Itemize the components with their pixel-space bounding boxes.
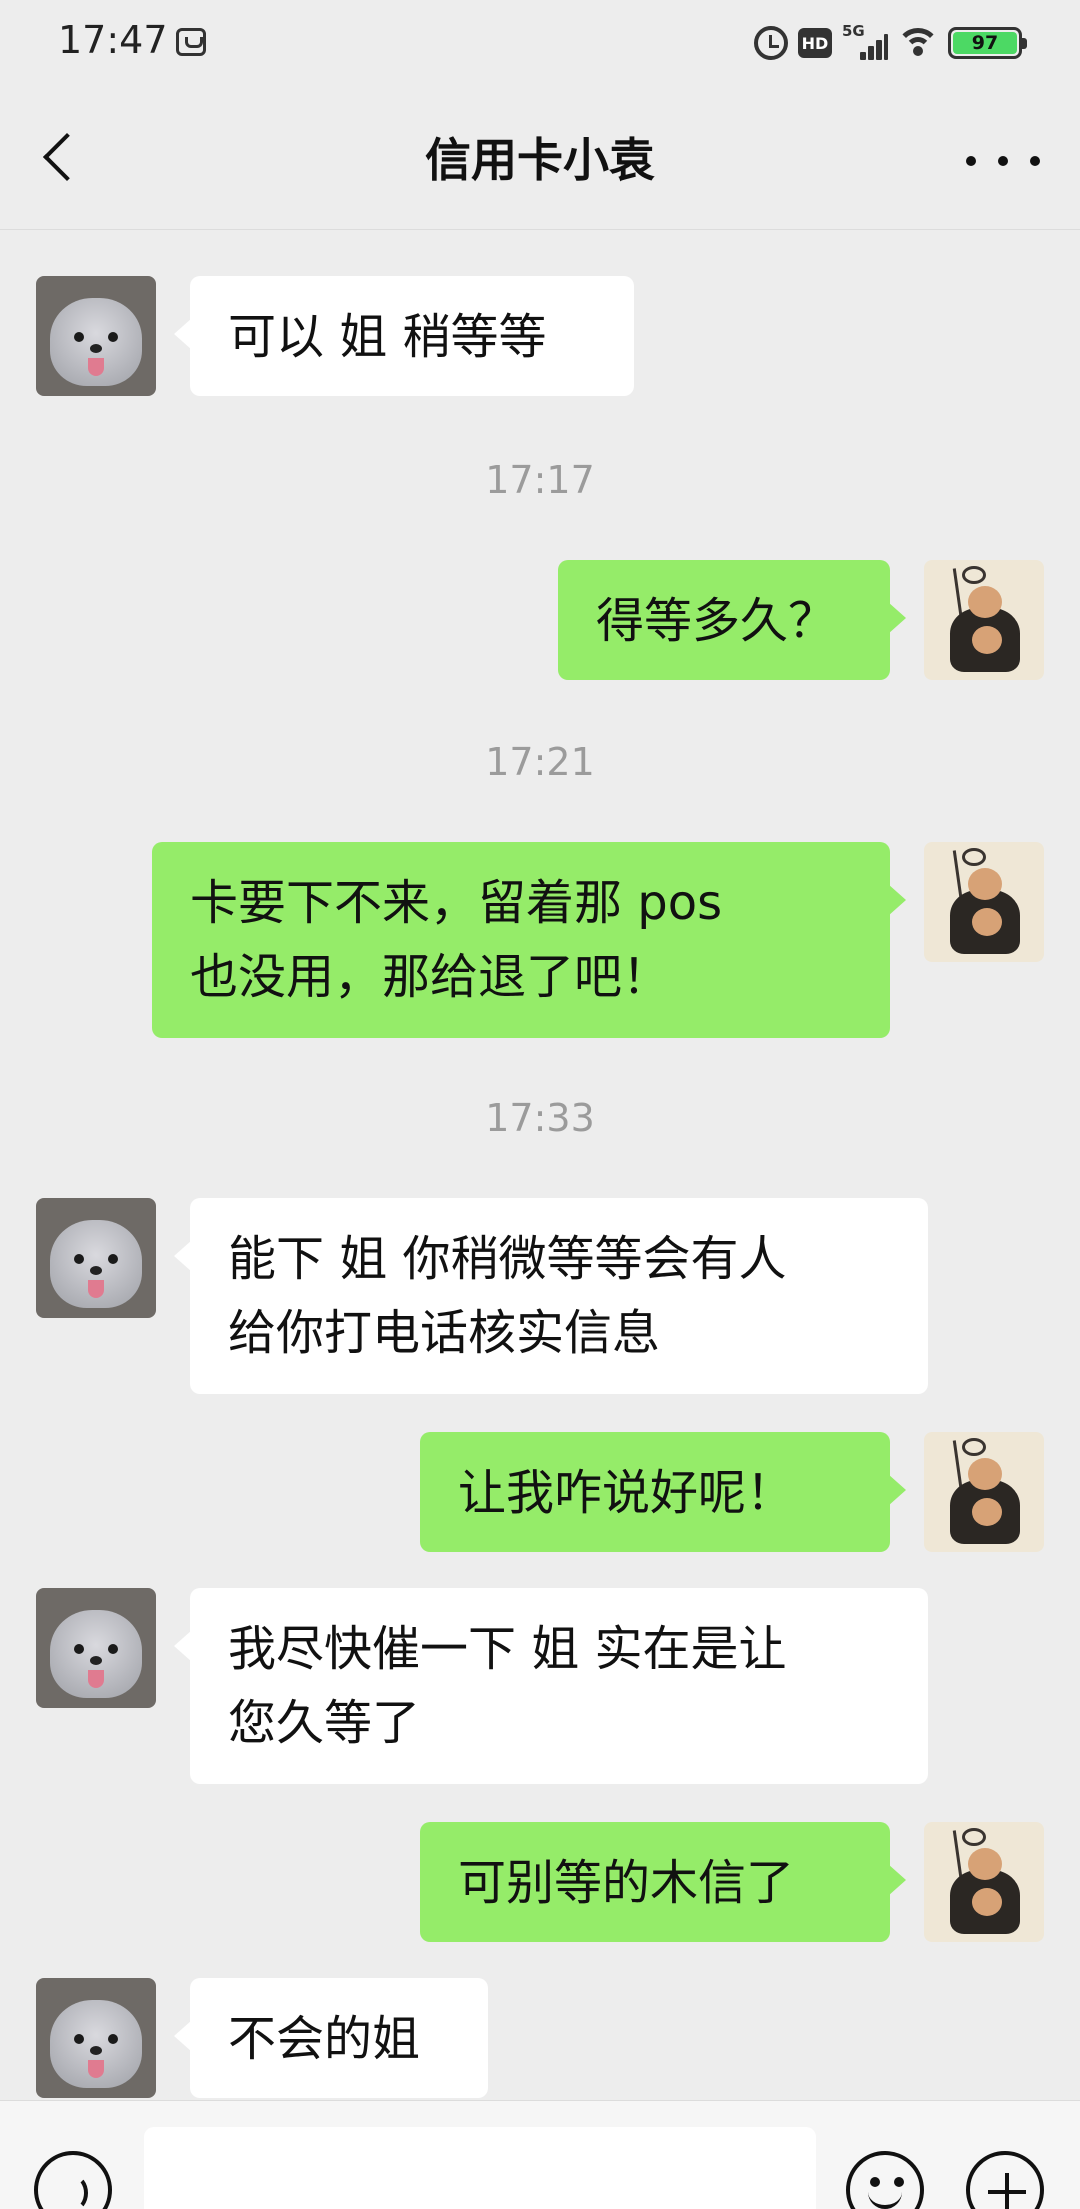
alarm-icon bbox=[754, 26, 788, 60]
message-bubble-incoming[interactable]: 能下 姐 你稍微等等会有人 给你打电话核实信息 bbox=[174, 1198, 928, 1394]
ellipsis-icon bbox=[966, 156, 976, 166]
message-timestamp: 17:33 bbox=[485, 1096, 595, 1140]
my-avatar[interactable] bbox=[924, 1822, 1044, 1942]
message-timestamp: 17:17 bbox=[485, 458, 595, 502]
contact-avatar[interactable] bbox=[36, 276, 156, 396]
chat-screen: 17:47 HD 5G 97 信用卡小袁 可以 姐 稍等等 17:17 得等多久… bbox=[0, 0, 1080, 2209]
message-bubble-incoming[interactable]: 我尽快催一下 姐 实在是让 您久等了 bbox=[174, 1588, 928, 1784]
app-notification-icon bbox=[176, 28, 206, 56]
signal-icon: 5G bbox=[842, 22, 888, 60]
battery-level: 97 bbox=[953, 32, 1017, 54]
message-bubble-incoming[interactable]: 可以 姐 稍等等 bbox=[174, 276, 634, 396]
message-bubble-outgoing[interactable]: 卡要下不来，留着那 pos 也没用，那给退了吧！ bbox=[152, 842, 906, 1038]
my-avatar[interactable] bbox=[924, 1432, 1044, 1552]
input-bar bbox=[0, 2100, 1080, 2209]
message-input[interactable] bbox=[144, 2127, 816, 2209]
message-bubble-incoming[interactable]: 不会的姐 bbox=[174, 1978, 488, 2098]
status-icons: HD 5G 97 bbox=[754, 22, 1027, 64]
message-list[interactable]: 可以 姐 稍等等 17:17 得等多久？ 17:21 卡要下不来，留着那 pos… bbox=[0, 230, 1080, 2100]
emoji-button[interactable] bbox=[846, 2151, 924, 2209]
network-type-label: 5G bbox=[842, 22, 865, 40]
message-bubble-outgoing[interactable]: 让我咋说好呢！ bbox=[420, 1432, 906, 1552]
voice-button[interactable] bbox=[34, 2151, 112, 2209]
battery-icon: 97 bbox=[948, 27, 1027, 59]
contact-avatar[interactable] bbox=[36, 1978, 156, 2098]
my-avatar[interactable] bbox=[924, 842, 1044, 962]
chat-header: 信用卡小袁 bbox=[0, 84, 1080, 230]
wifi-icon bbox=[898, 26, 938, 60]
status-time: 17:47 bbox=[58, 18, 168, 62]
status-bar: 17:47 HD 5G 97 bbox=[0, 0, 1080, 84]
message-bubble-outgoing[interactable]: 得等多久？ bbox=[558, 560, 906, 680]
chat-title: 信用卡小袁 bbox=[425, 133, 655, 187]
contact-avatar[interactable] bbox=[36, 1588, 156, 1708]
hd-icon: HD bbox=[798, 28, 832, 58]
contact-avatar[interactable] bbox=[36, 1198, 156, 1318]
more-options-button[interactable] bbox=[966, 136, 1040, 186]
my-avatar[interactable] bbox=[924, 560, 1044, 680]
message-timestamp: 17:21 bbox=[485, 740, 595, 784]
message-bubble-outgoing[interactable]: 可别等的木信了 bbox=[420, 1822, 906, 1942]
more-actions-button[interactable] bbox=[966, 2151, 1044, 2209]
